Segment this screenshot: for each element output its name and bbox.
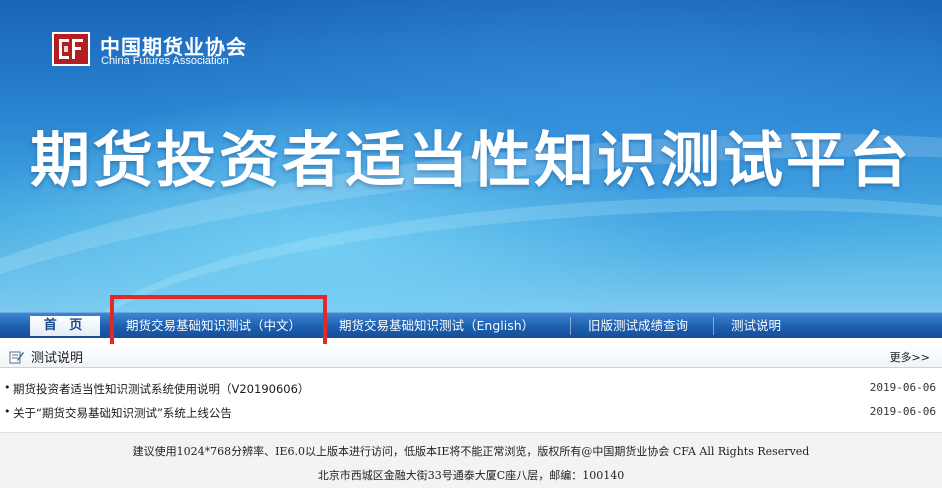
footer-address: 北京市西城区金融大街33号通泰大厦C座八层，邮编：100140 [317, 469, 625, 482]
header-banner: 中国期货业协会 China Futures Association 期货投资者适… [0, 0, 942, 312]
document-pen-icon [9, 349, 25, 364]
page-footer: 建议使用1024*768分辨率、IE6.0以上版本进行访问，低版本IE将不能正常… [0, 432, 942, 488]
bullet-icon: • [4, 405, 11, 418]
nav-home[interactable]: 首 页 [30, 316, 100, 336]
more-link[interactable]: 更多>> [890, 349, 930, 365]
nav-item-old-scores[interactable]: 旧版测试成绩查询 [588, 313, 688, 339]
banner-title: 期货投资者适当性知识测试平台 [30, 126, 912, 196]
section-title: 测试说明 [31, 351, 84, 366]
list-item: • 关于“期货交易基础知识测试”系统上线公告 2019-06-06 [0, 401, 942, 421]
notice-link[interactable]: 期货投资者适当性知识测试系统使用说明（V20190606） [13, 381, 309, 397]
nav-item-futures-test-en[interactable]: 期货交易基础知识测试（English） [339, 313, 534, 339]
notice-date: 2019-06-06 [869, 381, 936, 394]
cfa-logo-icon [52, 32, 90, 66]
nav-item-futures-test-cn[interactable]: 期货交易基础知识测试（中文） [126, 313, 301, 339]
notice-date: 2019-06-06 [869, 405, 936, 418]
logo-name-en: China Futures Association [101, 55, 229, 67]
list-item: • 期货投资者适当性知识测试系统使用说明（V20190606） 2019-06-… [0, 377, 942, 397]
footer-copyright: 建议使用1024*768分辨率、IE6.0以上版本进行访问，低版本IE将不能正常… [132, 445, 810, 458]
nav-separator [326, 317, 327, 335]
nav-separator [713, 317, 714, 335]
notice-link[interactable]: 关于“期货交易基础知识测试”系统上线公告 [13, 405, 232, 421]
nav-item-test-instructions[interactable]: 测试说明 [731, 313, 781, 339]
main-nav: 首 页 期货交易基础知识测试（中文） 期货交易基础知识测试（English） 旧… [0, 312, 942, 338]
notice-section-header: 测试说明 更多>> [0, 344, 942, 368]
bullet-icon: • [4, 381, 11, 394]
nav-separator [570, 317, 571, 335]
